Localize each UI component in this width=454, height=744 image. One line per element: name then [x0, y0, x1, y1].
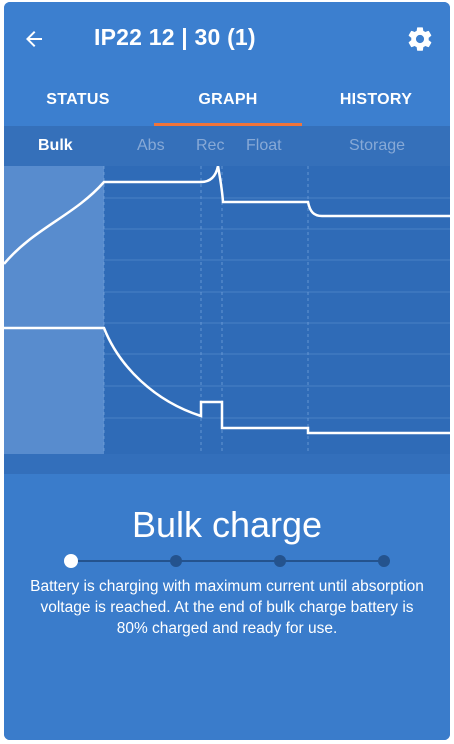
phase-bulk[interactable]: Bulk — [38, 126, 73, 166]
app-bar: IP22 12 | 30 (1) — [4, 2, 450, 74]
phase-recondition[interactable]: Rec — [196, 126, 224, 166]
tab-bar: STATUS GRAPH HISTORY — [4, 74, 450, 126]
step-dot-1[interactable] — [64, 554, 78, 568]
phase-labels: Bulk Abs Rec Float Storage — [4, 126, 450, 166]
gear-icon — [408, 27, 432, 51]
back-button[interactable] — [16, 22, 52, 56]
step-dot-4[interactable] — [378, 555, 390, 567]
stepper-line — [70, 560, 382, 562]
active-phase-highlight — [4, 166, 104, 454]
arrow-left-icon — [26, 31, 42, 47]
step-dot-3[interactable] — [274, 555, 286, 567]
phase-title: Bulk charge — [131, 504, 323, 545]
device-title: IP22 12 | 30 (1) — [94, 24, 256, 50]
phase-storage[interactable]: Storage — [349, 126, 405, 166]
settings-button[interactable] — [402, 22, 438, 56]
tab-graph[interactable]: GRAPH — [154, 74, 302, 126]
phase-float[interactable]: Float — [246, 126, 282, 166]
tab-status[interactable]: STATUS — [4, 74, 152, 126]
app-frame: IP22 12 | 30 (1) STATUS GRAPH HISTORY Bu… — [4, 2, 450, 740]
phase-description-panel: Bulk charge Battery is charging with max… — [4, 474, 450, 740]
step-dot-2[interactable] — [170, 555, 182, 567]
charge-graph — [4, 166, 450, 474]
phase-stepper — [64, 552, 394, 572]
graph-footer-band — [4, 454, 450, 474]
tab-history[interactable]: HISTORY — [302, 74, 450, 126]
phase-description: Battery is charging with maximum current… — [30, 578, 424, 637]
phase-absorption[interactable]: Abs — [137, 126, 165, 166]
